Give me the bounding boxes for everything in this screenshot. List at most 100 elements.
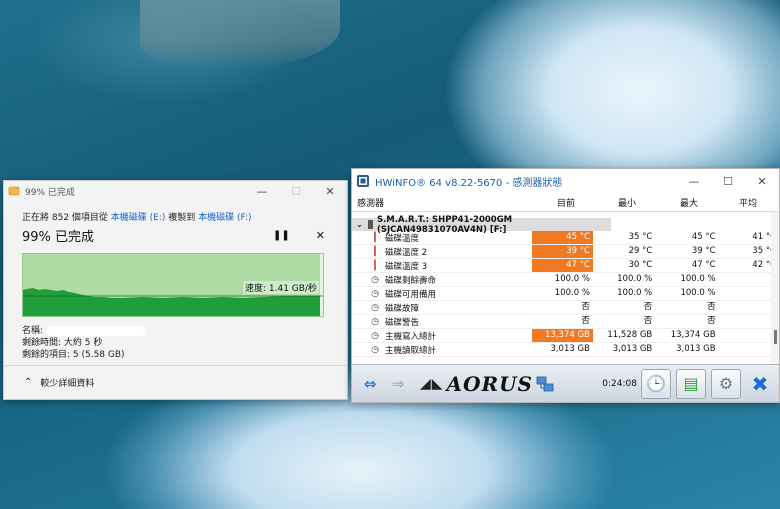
sensor-avg: 41 °C [752, 232, 776, 242]
sensor-name-cell: ┃ 磁碟溫度 [352, 232, 532, 244]
hwinfo-toolbar: ⇔ ⇒ ◢◣ AORUS 0:24:08 🕒 ▤ ⚙ ✖ [352, 364, 779, 402]
sensor-current: 45 °C [531, 231, 593, 244]
sensor-current: 否 [581, 316, 590, 326]
sensor-max: 47 °C [691, 260, 716, 270]
sensor-min: 100.0 % [617, 288, 653, 298]
clock-icon: ◷ [371, 344, 379, 355]
cancel-icon[interactable]: ✕ [316, 229, 325, 242]
sensor-avg [719, 315, 779, 328]
sensor-name: 主機讀取總計 [385, 345, 437, 356]
vertical-scrollbar[interactable] [771, 212, 779, 364]
sensor-row[interactable]: ◷ 磁碟可用備用 100.0 % 100.0 % 100.0 % [352, 287, 779, 301]
sensor-name-cell: ◷ 磁碟警告 [352, 316, 532, 328]
sensor-name: 磁碟溫度 [385, 233, 420, 244]
arrows-right-icon[interactable]: ⇒ [384, 371, 412, 397]
sensor-row[interactable]: ┃ 磁碟溫度 2 39 °C 29 °C 39 °C 35 °C [352, 245, 779, 259]
sensor-max: 否 [707, 302, 716, 312]
settings-gear-icon[interactable]: ⚙ [711, 368, 741, 399]
hwinfo-window-title: HWiNFO® 64 v8.22-5670 - 感測器狀態 [375, 177, 563, 189]
sensor-name: 磁碟警告 [385, 317, 420, 328]
hw-minimize-button[interactable]: — [677, 175, 711, 188]
col-min[interactable]: 最小 [578, 196, 639, 209]
sensor-avg [719, 343, 779, 356]
sensor-name-cell: ◷ 主機讀取總計 [352, 344, 532, 356]
copy-files-icon [8, 186, 20, 196]
sensor-min: 35 °C [628, 232, 653, 242]
copy-line-prefix: 正在將 852 個項目從 [22, 213, 108, 223]
hw-maximize-button[interactable]: ☐ [711, 175, 745, 188]
redacted-file-name [47, 325, 146, 336]
sensor-name-cell: ◷ 磁碟故障 [352, 302, 532, 314]
copy-line-mid: 複製到 [168, 213, 196, 223]
less-details-toggle[interactable]: ⌃ 較少詳細資料 [4, 365, 347, 399]
chevron-up-icon: ⌃ [24, 377, 33, 388]
sensor-max: 39 °C [691, 246, 716, 256]
sensor-name: 主機寫入總計 [385, 331, 437, 342]
name-label: 名稱: [22, 326, 44, 336]
col-avg[interactable]: 平均 [701, 196, 760, 209]
clock-icon[interactable]: 🕒 [641, 368, 671, 399]
copy-title-bar: 99% 已完成 — ☐ ✕ [4, 181, 347, 201]
sensor-max: 3,013 GB [676, 344, 716, 354]
aorus-eagle-icon: ◢◣ [420, 375, 444, 392]
sensor-row[interactable]: ◷ 主機讀取總計 3,013 GB 3,013 GB 3,013 GB [352, 343, 779, 357]
sensor-name-cell: ◷ 主機寫入總計 [352, 330, 532, 342]
copy-window-title: 99% 已完成 [25, 187, 75, 198]
sensor-name: 磁碟故障 [385, 303, 420, 314]
sensor-min: 100.0 % [617, 274, 653, 284]
sensor-name-cell: ◷ 磁碟剩餘壽命 [352, 274, 532, 286]
clock-icon: ◷ [371, 330, 379, 341]
minimize-button[interactable]: — [245, 185, 279, 198]
percent-complete: 99% 已完成 [22, 230, 95, 245]
sensor-min: 否 [643, 316, 653, 326]
aorus-brand-text: AORUS [446, 371, 533, 396]
sensor-current: 否 [581, 302, 590, 312]
hw-close-button[interactable]: ✕ [745, 175, 779, 188]
col-current[interactable]: 目前 [518, 196, 578, 209]
sensor-row[interactable]: ┃ 磁碟溫度 45 °C 35 °C 45 °C 41 °C [352, 231, 779, 245]
pause-icon[interactable]: ❚❚ [273, 230, 290, 241]
source-drive-link[interactable]: 本機磁碟 (E:) [111, 213, 166, 223]
sensor-min: 30 °C [628, 260, 653, 270]
scrollbar-thumb[interactable] [774, 330, 777, 344]
close-button[interactable]: ✕ [313, 185, 347, 198]
sensor-row[interactable]: ◷ 磁碟故障 否 否 否 [352, 301, 779, 315]
sensor-table-header: 感測器 目前 最小 最大 平均 [352, 193, 779, 212]
arrows-left-right-icon[interactable]: ⇔ [356, 371, 384, 397]
less-details-label: 較少詳細資料 [40, 379, 95, 389]
exit-x-icon[interactable]: ✖ [746, 370, 774, 398]
sensor-min: 否 [643, 302, 653, 312]
dest-drive-link[interactable]: 本機磁碟 (F:) [198, 213, 251, 223]
sensor-avg [719, 329, 779, 342]
sensor-max: 100.0 % [680, 288, 716, 298]
sensor-avg: 42 °C [752, 260, 776, 270]
sensor-min: 11,528 GB [607, 330, 653, 340]
sensor-group-smart[interactable]: ⌄ S.M.A.R.T.: SHPP41-2000GM (SJCAN498310… [352, 215, 611, 235]
sensor-row[interactable]: ◷ 主機寫入總計 13,374 GB 11,528 GB 13,374 GB [352, 329, 779, 343]
hwinfo-app-icon [357, 175, 369, 187]
sensor-name: 磁碟可用備用 [385, 289, 437, 300]
sensor-rows: ┃ 磁碟溫度 45 °C 35 °C 45 °C 41 °C ┃ 磁碟溫度 2 39 °C 29 … [352, 231, 779, 357]
aorus-logo: ◢◣ AORUS [420, 372, 533, 396]
sensor-row[interactable]: ┃ 磁碟溫度 3 47 °C 30 °C 47 °C 42 °C [352, 259, 779, 273]
network-icon[interactable] [535, 374, 555, 394]
maximize-button[interactable]: ☐ [279, 185, 313, 198]
add-report-icon[interactable]: ▤ [676, 368, 706, 399]
clock-icon: ◷ [371, 274, 379, 285]
col-max[interactable]: 最大 [639, 196, 701, 209]
items-remaining: 剩餘的項目: 5 (5.58 GB) [22, 350, 125, 360]
sensor-current: 39 °C [531, 245, 593, 258]
hwinfo-window: HWiNFO® 64 v8.22-5670 - 感測器狀態 — ☐ ✕ 感測器 … [351, 168, 780, 403]
copy-details: 名稱: 剩餘時間: 大約 5 秒 剩餘的項目: 5 (5.58 GB) [22, 325, 329, 361]
collapse-chevron-icon[interactable]: ⌄ [356, 220, 363, 229]
col-sensor[interactable]: 感測器 [352, 196, 518, 209]
sensor-row[interactable]: ◷ 磁碟剩餘壽命 100.0 % 100.0 % 100.0 % [352, 273, 779, 287]
file-name-row: 名稱: [22, 325, 329, 337]
sensor-min: 29 °C [628, 246, 653, 256]
sensor-avg: 35 °C [752, 246, 776, 256]
hwinfo-title-bar: HWiNFO® 64 v8.22-5670 - 感測器狀態 — ☐ ✕ [352, 169, 779, 193]
sensor-name: 磁碟剩餘壽命 [385, 275, 437, 286]
sensor-name-cell: ◷ 磁碟可用備用 [352, 288, 532, 300]
sensor-row[interactable]: ◷ 磁碟警告 否 否 否 [352, 315, 779, 329]
elapsed-timer: 0:24:08 [602, 378, 637, 389]
